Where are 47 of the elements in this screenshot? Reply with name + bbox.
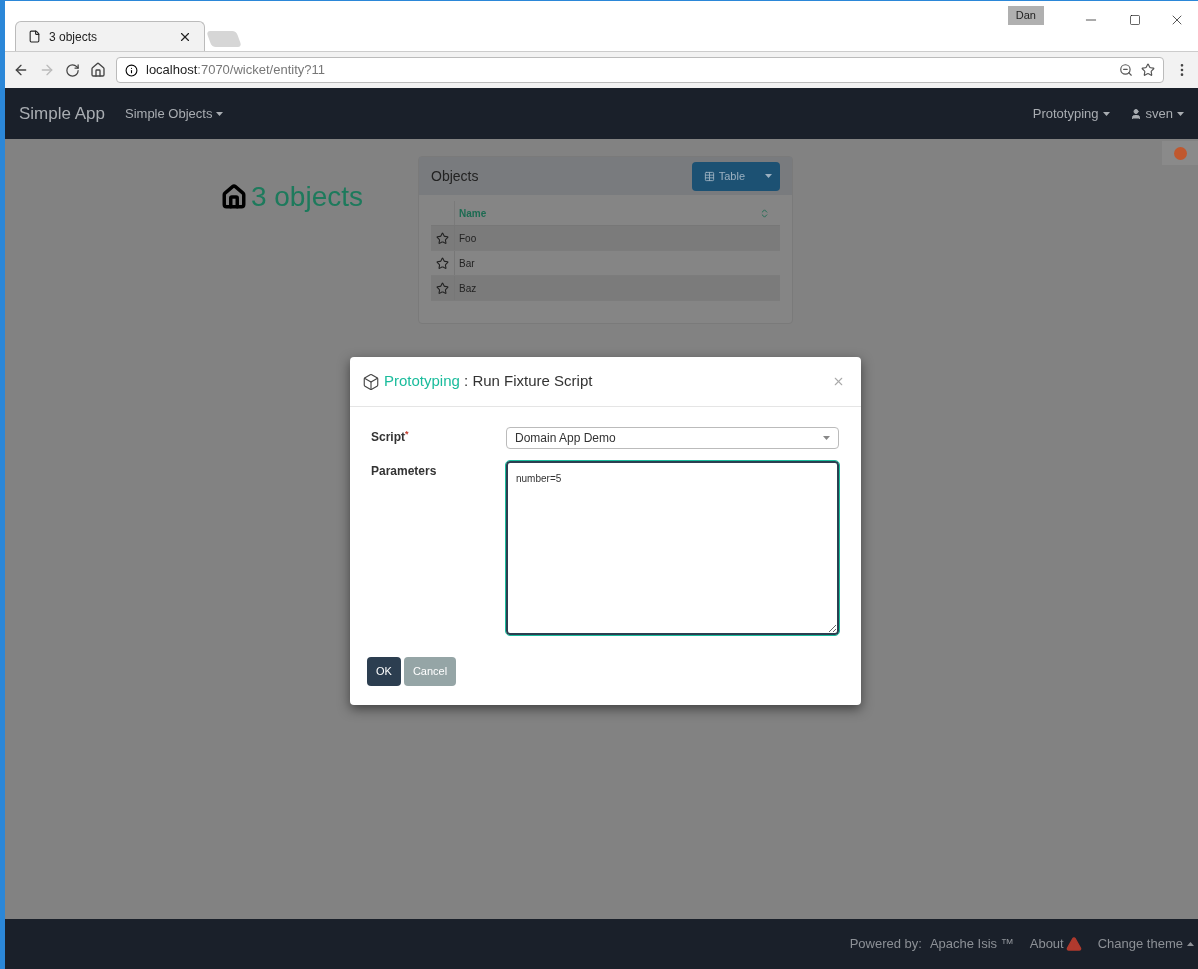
maximize-icon[interactable] (1129, 14, 1141, 26)
script-select[interactable]: Domain App Demo (506, 427, 839, 449)
caret-icon (1177, 111, 1184, 116)
panel-title: Objects (431, 166, 479, 186)
caret-icon (1102, 111, 1110, 116)
tab-title: 3 objects (49, 28, 99, 46)
back-icon[interactable] (13, 62, 29, 78)
caret-icon (765, 174, 772, 178)
table-cell-text: Bar (458, 256, 476, 271)
profile-badge[interactable]: Dan (1007, 6, 1044, 25)
box-icon (362, 372, 380, 391)
view-toggle-button[interactable]: Table (691, 161, 780, 191)
field-label: Script* (371, 428, 410, 446)
page-icon (28, 30, 41, 43)
info-icon (125, 63, 138, 77)
reload-icon[interactable] (65, 62, 80, 78)
browser-tab[interactable]: 3 objects (15, 21, 205, 51)
caret-icon (1187, 942, 1194, 946)
home-icon (220, 184, 247, 210)
table-cell-text: Baz (458, 281, 478, 296)
star-icon[interactable] (436, 256, 449, 270)
caret-icon (216, 111, 224, 116)
parameters-field[interactable]: number=5 (506, 461, 839, 635)
dialog-title: Prototyping : Run Fixture Script (384, 371, 594, 392)
star-icon[interactable] (436, 281, 449, 295)
powered-by-label: Powered by: (849, 935, 922, 954)
nav-menu[interactable]: Prototyping (1032, 103, 1110, 124)
url-text: localhost:7070/wicket/entity?11 (146, 61, 326, 80)
ok-button[interactable]: OK (367, 657, 401, 686)
theme-menu[interactable]: Change theme (1097, 934, 1194, 954)
page-title: 3 objects (220, 176, 363, 218)
nav-menu[interactable]: Simple Objects (125, 103, 224, 124)
user-menu[interactable]: sven (1129, 103, 1184, 124)
address-field[interactable]: localhost:7070/wicket/entity?11 (116, 57, 1164, 83)
brand-link[interactable]: Simple App (19, 100, 105, 127)
table-icon (703, 170, 715, 182)
bookmark-star-icon[interactable] (1141, 63, 1155, 77)
user-icon (1129, 107, 1142, 120)
field-label: Parameters (371, 463, 438, 480)
zoom-icon[interactable] (1119, 63, 1133, 77)
home-icon[interactable] (90, 62, 106, 78)
table-cell-text: Foo (458, 231, 478, 246)
star-icon[interactable] (436, 231, 449, 245)
warning-icon (1065, 936, 1082, 952)
apache-isis-link[interactable]: Apache Isis ™ (929, 934, 1014, 954)
caret-icon (823, 436, 830, 440)
about-link[interactable]: About (1029, 934, 1082, 954)
